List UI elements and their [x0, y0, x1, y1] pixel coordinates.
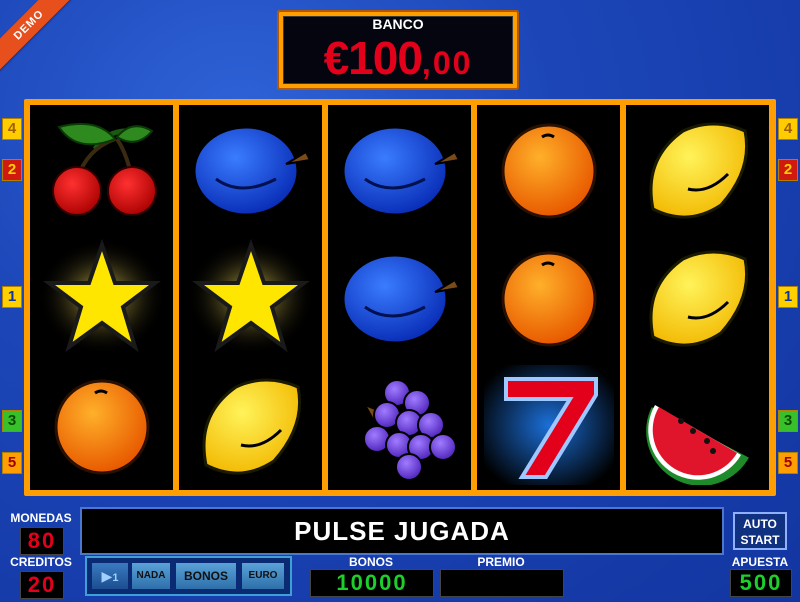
- lemon-icon: [649, 122, 748, 219]
- reel-1: [30, 105, 173, 490]
- reel-1-row-1: [30, 105, 173, 233]
- message-display: PULSE JUGADA: [80, 507, 724, 555]
- reel-5-row-1: [626, 105, 769, 233]
- reel-1-row-3: [30, 361, 173, 489]
- reel-4-row-3: [477, 361, 620, 489]
- creditos-value: 20: [20, 571, 64, 599]
- bonos-button[interactable]: BONOS: [175, 562, 237, 590]
- premio-label: PREMIO: [477, 555, 525, 569]
- line-number-right-5: 5: [778, 452, 798, 474]
- line-number-left-5: 5: [2, 452, 22, 474]
- premio-value: [440, 569, 564, 597]
- plum-icon: [341, 253, 460, 345]
- reel-4-row-1: [477, 105, 620, 233]
- orange-icon: [501, 251, 596, 347]
- demo-badge: DEMO: [0, 0, 76, 72]
- banco-amount-main: €100: [323, 32, 423, 84]
- lemon-icon: [649, 250, 748, 347]
- line-number-right-3: 1: [778, 286, 798, 308]
- reels-frame: [24, 99, 776, 496]
- reel-5: [626, 105, 769, 490]
- reel-4-row-2: [477, 233, 620, 361]
- play-button[interactable]: ▶1: [91, 562, 129, 590]
- auto-start-button[interactable]: AUTO START: [733, 512, 787, 550]
- play-icon: ▶: [101, 568, 113, 584]
- line-number-left-3: 1: [2, 286, 22, 308]
- reel-2-row-3: [179, 361, 322, 489]
- monedas-value: 80: [20, 527, 64, 555]
- orange-icon: [54, 379, 149, 475]
- banco-display: BANCO €100,00: [277, 10, 519, 90]
- creditos-label: CREDITOS: [10, 555, 72, 569]
- play-button-label: 1: [112, 572, 119, 584]
- monedas-label: MONEDAS: [10, 511, 72, 525]
- bonos-label: BONOS: [348, 555, 393, 569]
- banco-amount: €100,00: [284, 33, 512, 88]
- star-icon: [186, 238, 315, 355]
- cherries-icon: [51, 122, 157, 216]
- grapes-icon: [362, 379, 457, 481]
- line-number-left-1: 4: [2, 118, 22, 140]
- watermelon-icon: [642, 402, 753, 485]
- seven-icon: [483, 365, 614, 485]
- reel-3-row-2: [328, 233, 471, 361]
- nada-button[interactable]: NADA: [131, 562, 171, 590]
- line-number-left-4: 3: [2, 410, 22, 432]
- reel-3-row-3: [328, 361, 471, 489]
- apuesta-value: 500: [730, 569, 792, 597]
- banco-amount-cents: ,00: [421, 45, 473, 81]
- reel-3: [328, 105, 471, 490]
- plum-icon: [192, 125, 311, 217]
- reel-5-row-2: [626, 233, 769, 361]
- apuesta-label: APUESTA: [731, 555, 789, 569]
- auto-start-line2: START: [740, 533, 780, 547]
- orange-icon: [501, 123, 596, 219]
- control-button-bar: ▶1 NADA BONOS EURO: [85, 556, 292, 596]
- reel-3-row-1: [328, 105, 471, 233]
- reel-2: [179, 105, 322, 490]
- line-number-right-1: 4: [778, 118, 798, 140]
- auto-start-line1: AUTO: [743, 517, 777, 531]
- reel-5-row-3: [626, 361, 769, 489]
- plum-icon: [341, 125, 460, 217]
- reel-4: [477, 105, 620, 490]
- euro-button[interactable]: EURO: [241, 562, 285, 590]
- banco-label: BANCO: [372, 16, 424, 32]
- reel-2-row-1: [179, 105, 322, 233]
- reel-2-row-2: [179, 233, 322, 361]
- line-number-right-4: 3: [778, 410, 798, 432]
- reel-1-row-2: [30, 233, 173, 361]
- lemon-icon: [202, 378, 301, 475]
- star-icon: [37, 238, 166, 355]
- bonos-value: 10000: [310, 569, 434, 597]
- line-number-right-2: 2: [778, 159, 798, 181]
- line-number-left-2: 2: [2, 159, 22, 181]
